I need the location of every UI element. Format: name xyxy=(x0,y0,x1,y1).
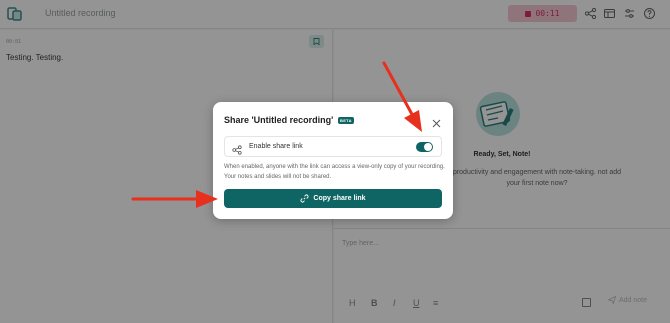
copy-share-link-button[interactable]: Copy share link xyxy=(224,189,442,208)
share-link-row: Enable share link xyxy=(224,136,442,157)
toggle-knob xyxy=(424,143,432,151)
share-link-toggle[interactable] xyxy=(416,142,433,152)
share-dialog: Share 'Untitled recording' BETA Enable s… xyxy=(213,102,453,219)
copy-share-link-label: Copy share link xyxy=(313,195,366,202)
share-toggle-label: Enable share link xyxy=(249,143,303,150)
share-link-icon xyxy=(232,142,242,155)
link-icon xyxy=(300,194,309,203)
close-icon[interactable] xyxy=(432,115,441,128)
beta-badge: BETA xyxy=(338,117,354,124)
dialog-title: Share 'Untitled recording' xyxy=(224,115,334,125)
share-description: When enabled, anyone with the link can a… xyxy=(224,164,445,180)
